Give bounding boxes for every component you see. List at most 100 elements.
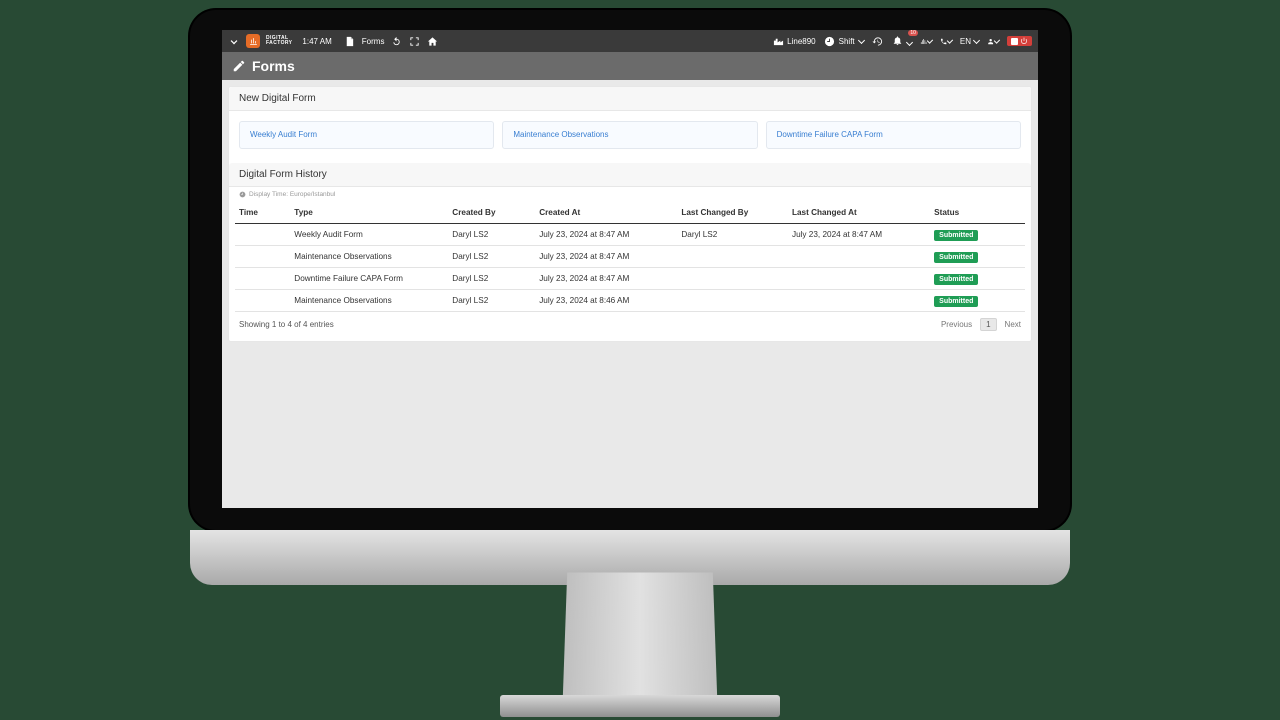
chevron-down-icon (994, 37, 1000, 43)
top-toolbar: DIGITAL FACTORY 1:47 AM Forms (222, 30, 1038, 52)
history-table: Time Type Created By Created At Last Cha… (235, 202, 1025, 312)
user-icon[interactable] (987, 35, 999, 47)
chevron-down-icon (906, 39, 913, 46)
cell-last-changed-at (788, 290, 930, 312)
cell-type: Maintenance Observations (290, 290, 448, 312)
line-label: Line890 (787, 37, 815, 46)
table-footer: Showing 1 to 4 of 4 entries Previous 1 N… (229, 312, 1031, 331)
cell-time (235, 290, 290, 312)
shift-selector[interactable]: Shift (824, 35, 864, 47)
cell-created-at: July 23, 2024 at 8:46 AM (535, 290, 677, 312)
cell-last-changed-at: July 23, 2024 at 8:47 AM (788, 224, 930, 246)
line-selector[interactable]: Line890 (772, 35, 815, 47)
signal-icon[interactable] (920, 35, 932, 47)
status-badge: Submitted (934, 252, 978, 263)
square-icon (1011, 38, 1018, 45)
cell-type: Downtime Failure CAPA Form (290, 268, 448, 290)
cell-status: Submitted (930, 290, 1025, 312)
monitor-frame: DIGITAL FACTORY 1:47 AM Forms (190, 10, 1070, 530)
chevron-down-icon (947, 37, 953, 43)
monitor-stand-neck (563, 573, 718, 702)
factory-icon (772, 35, 784, 47)
page-content: New Digital Form Weekly Audit Form Maint… (222, 80, 1038, 348)
status-badge: Submitted (934, 274, 978, 285)
table-row[interactable]: Downtime Failure CAPA FormDaryl LS2July … (235, 268, 1025, 290)
clock-small-icon (239, 191, 246, 198)
cell-last-changed-by (677, 246, 788, 268)
bell-icon (892, 34, 904, 46)
col-created-by[interactable]: Created By (448, 202, 535, 224)
new-form-link-downtime-capa[interactable]: Downtime Failure CAPA Form (766, 121, 1021, 149)
cell-last-changed-at (788, 246, 930, 268)
cell-created-at: July 23, 2024 at 8:47 AM (535, 224, 677, 246)
cell-created-at: July 23, 2024 at 8:47 AM (535, 268, 677, 290)
pagination-prev[interactable]: Previous (941, 320, 972, 329)
language-label: EN (960, 37, 971, 46)
table-header-row: Time Type Created By Created At Last Cha… (235, 202, 1025, 224)
refresh-icon[interactable] (390, 35, 402, 47)
history-icon[interactable] (872, 35, 884, 47)
chevron-down-icon (927, 37, 933, 43)
pagination: Previous 1 Next (941, 318, 1021, 331)
status-badge: Submitted (934, 230, 978, 241)
pagination-info: Showing 1 to 4 of 4 entries (239, 320, 334, 329)
new-form-section-header: New Digital Form (229, 87, 1031, 111)
menu-chevron-icon[interactable] (228, 35, 240, 47)
timezone-note: Display Time: Europe/Istanbul (229, 187, 1031, 202)
notifications-count: 10 (908, 30, 918, 36)
edit-icon (232, 59, 246, 73)
cell-created-at: July 23, 2024 at 8:47 AM (535, 246, 677, 268)
brand-logo-icon[interactable] (246, 34, 260, 48)
file-icon[interactable] (344, 35, 356, 47)
clock-icon (824, 35, 836, 47)
cell-created-by: Daryl LS2 (448, 224, 535, 246)
notifications-button[interactable]: 10 (892, 34, 912, 48)
col-created-at[interactable]: Created At (535, 202, 677, 224)
chevron-down-icon (973, 36, 980, 43)
monitor-stand-base (500, 695, 780, 717)
page-title: Forms (252, 58, 295, 74)
timezone-label: Display Time: Europe/Istanbul (249, 191, 335, 198)
status-badge: Submitted (934, 296, 978, 307)
page-header: Forms (222, 52, 1038, 80)
col-status[interactable]: Status (930, 202, 1025, 224)
col-time[interactable]: Time (235, 202, 290, 224)
table-row[interactable]: Maintenance ObservationsDaryl LS2July 23… (235, 290, 1025, 312)
pagination-page-1[interactable]: 1 (980, 318, 996, 331)
cell-created-by: Daryl LS2 (448, 290, 535, 312)
pagination-next[interactable]: Next (1005, 320, 1021, 329)
screen: DIGITAL FACTORY 1:47 AM Forms (222, 30, 1038, 508)
cell-status: Submitted (930, 268, 1025, 290)
cell-time (235, 224, 290, 246)
home-icon[interactable] (426, 35, 438, 47)
cell-time (235, 268, 290, 290)
new-form-link-weekly-audit[interactable]: Weekly Audit Form (239, 121, 494, 149)
power-icon (1020, 37, 1028, 45)
cell-status: Submitted (930, 224, 1025, 246)
main-card: New Digital Form Weekly Audit Form Maint… (228, 86, 1032, 342)
col-last-changed-at[interactable]: Last Changed At (788, 202, 930, 224)
shift-label: Shift (839, 37, 855, 46)
new-form-link-maintenance[interactable]: Maintenance Observations (502, 121, 757, 149)
cell-type: Weekly Audit Form (290, 224, 448, 246)
cell-created-by: Daryl LS2 (448, 268, 535, 290)
language-selector[interactable]: EN (960, 37, 979, 46)
cell-last-changed-by (677, 290, 788, 312)
table-row[interactable]: Maintenance ObservationsDaryl LS2July 23… (235, 246, 1025, 268)
cell-last-changed-by: Daryl LS2 (677, 224, 788, 246)
cell-last-changed-at (788, 268, 930, 290)
nav-forms-label[interactable]: Forms (362, 37, 385, 46)
chevron-down-icon (858, 36, 865, 43)
col-last-changed-by[interactable]: Last Changed By (677, 202, 788, 224)
cell-last-changed-by (677, 268, 788, 290)
cell-time (235, 246, 290, 268)
power-button[interactable] (1007, 36, 1032, 46)
brand-text: DIGITAL FACTORY (266, 36, 292, 46)
phone-icon[interactable] (940, 35, 952, 47)
toolbar-clock: 1:47 AM (302, 37, 331, 46)
cell-created-by: Daryl LS2 (448, 246, 535, 268)
new-form-links: Weekly Audit Form Maintenance Observatio… (229, 111, 1031, 159)
table-row[interactable]: Weekly Audit FormDaryl LS2July 23, 2024 … (235, 224, 1025, 246)
col-type[interactable]: Type (290, 202, 448, 224)
fullscreen-icon[interactable] (408, 35, 420, 47)
